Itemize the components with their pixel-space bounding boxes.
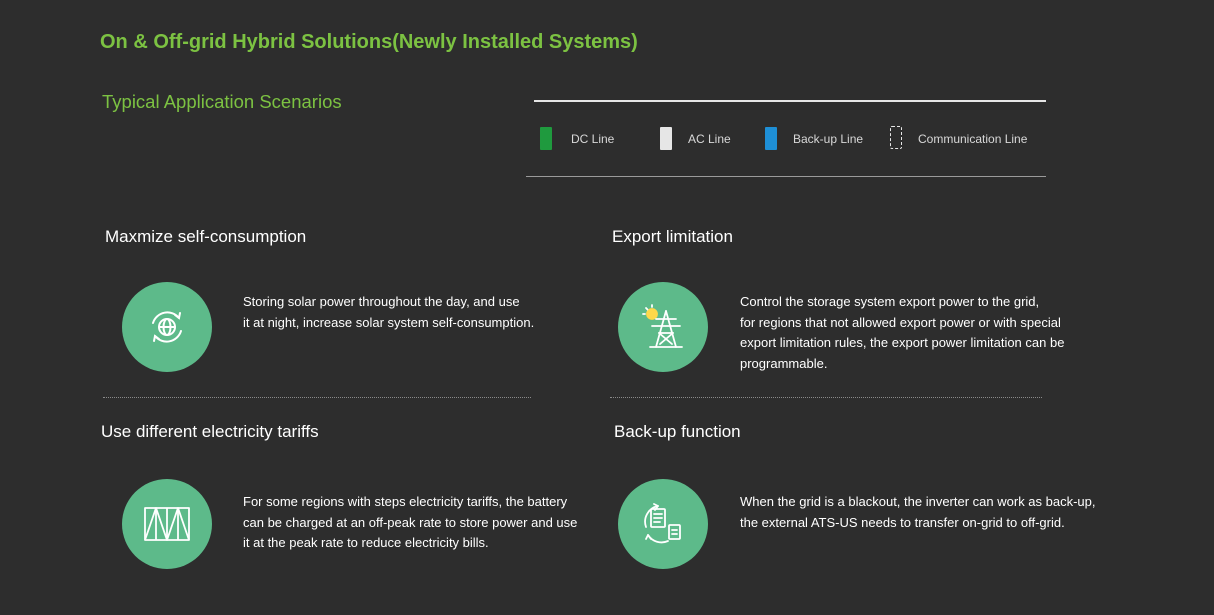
page-title: On & Off-grid Hybrid Solutions(Newly Ins… <box>100 31 638 53</box>
scenario-icon-circle <box>122 479 212 569</box>
globe-cycle-icon <box>152 311 182 343</box>
scenario-description: When the grid is a blackout, the inverte… <box>740 492 1096 533</box>
scenario-title-self-consumption: Maxmize self-consumption <box>105 227 307 246</box>
scenario-description: For some regions with steps electricity … <box>243 492 577 554</box>
legend-label-backup: Back-up Line <box>793 132 864 146</box>
scenario-icon-circle <box>618 282 708 372</box>
scenario-icon-circle <box>122 282 212 372</box>
scenario-description: Storing solar power throughout the day, … <box>243 292 534 333</box>
description-line: can be charged at an off-peak rate to st… <box>243 514 578 530</box>
solar-pylon-icon <box>642 304 683 348</box>
legend-label-ac: AC Line <box>688 132 731 146</box>
description-line: the external ATS-US needs to transfer on… <box>740 514 1065 530</box>
description-line: programmable. <box>740 355 828 371</box>
description-line: Storing solar power throughout the day, … <box>243 294 520 309</box>
section-subtitle: Typical Application Scenarios <box>102 91 342 112</box>
section-divider <box>610 397 1042 398</box>
dc-line-swatch <box>540 127 552 150</box>
backup-line-swatch <box>765 127 777 150</box>
description-line: Control the storage system export power … <box>740 294 1040 309</box>
legend-label-dc: DC Line <box>571 132 615 146</box>
description-line: For some regions with steps electricity … <box>243 494 568 509</box>
scenario-icon-circle <box>618 479 708 569</box>
legend-bottom-rule <box>526 176 1046 177</box>
legend-top-rule <box>534 100 1046 102</box>
description-line: it at night, increase solar system self-… <box>243 314 535 330</box>
description-line: it at the peak rate to reduce electricit… <box>243 535 489 550</box>
ac-line-swatch <box>660 127 672 150</box>
section-divider <box>103 397 531 398</box>
document-transfer-icon <box>644 503 681 544</box>
description-line: When the grid is a blackout, the inverte… <box>740 494 1096 509</box>
legend-label-communication: Communication Line <box>918 132 1028 146</box>
scenario-title-backup: Back-up function <box>614 422 741 441</box>
scenario-title-tariffs: Use different electricity tariffs <box>101 422 319 441</box>
scenario-title-export-limitation: Export limitation <box>612 227 733 246</box>
tariff-steps-icon <box>144 507 190 541</box>
communication-line-swatch <box>890 126 902 149</box>
description-line: for regions that not allowed export powe… <box>740 314 1061 330</box>
scenario-description: Control the storage system export power … <box>740 292 1064 374</box>
description-line: export limitation rules, the export powe… <box>740 335 1065 350</box>
